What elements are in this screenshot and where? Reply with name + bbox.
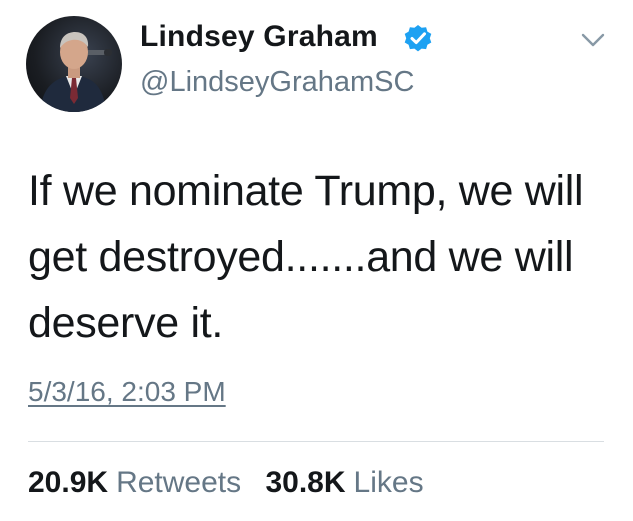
avatar-photo <box>40 32 112 112</box>
display-name[interactable]: Lindsey Graham <box>140 20 378 54</box>
tweet-card: Lindsey Graham @LindseyGrahamSC If we no… <box>0 0 633 521</box>
tweet-text: If we nominate Trump, we will get destro… <box>28 167 584 347</box>
avatar[interactable] <box>26 16 122 112</box>
divider <box>28 441 604 442</box>
tweet-timestamp[interactable]: 5/3/16, 2:03 PM <box>28 376 226 408</box>
retweets-label: Retweets <box>116 466 242 499</box>
retweets-stat[interactable]: 20.9K Retweets <box>28 466 241 500</box>
likes-stat[interactable]: 30.8K Likes <box>265 466 423 500</box>
verified-badge-icon <box>404 25 432 52</box>
chevron-down-icon[interactable] <box>580 30 606 50</box>
tweet-stats: 20.9K Retweets 30.8K Likes <box>28 466 424 500</box>
likes-label: Likes <box>353 466 424 499</box>
user-handle[interactable]: @LindseyGrahamSC <box>140 66 414 99</box>
likes-count: 30.8K <box>265 466 346 499</box>
retweets-count: 20.9K <box>28 466 109 499</box>
